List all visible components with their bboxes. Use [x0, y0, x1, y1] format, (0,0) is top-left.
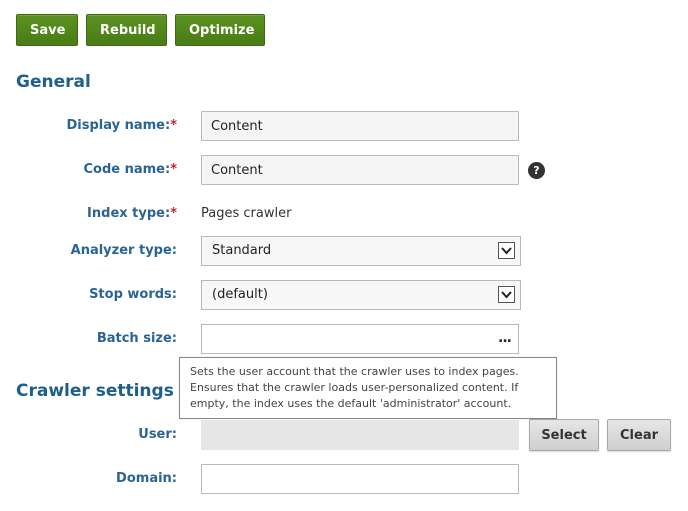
chevron-down-icon[interactable]	[498, 286, 515, 303]
save-button[interactable]: Save	[16, 14, 78, 46]
help-icon[interactable]: ?	[528, 162, 545, 179]
tooltip: Sets the user account that the crawler u…	[179, 357, 557, 419]
clear-user-button[interactable]: Clear	[607, 419, 671, 451]
analyzer-type-select[interactable]: Standard	[201, 236, 521, 266]
analyzer-type-value: Standard	[212, 243, 272, 258]
code-name-label-text: Code name:	[83, 162, 171, 177]
stop-words-label: Stop words:	[89, 287, 177, 302]
user-label: User:	[138, 427, 177, 442]
required-marker: *	[170, 162, 177, 177]
rebuild-button[interactable]: Rebuild	[86, 14, 167, 46]
chevron-down-icon[interactable]	[498, 242, 515, 259]
optimize-button[interactable]: Optimize	[175, 14, 265, 46]
code-name-input[interactable]	[201, 155, 519, 185]
analyzer-type-label: Analyzer type:	[70, 243, 177, 258]
display-name-label-text: Display name:	[66, 118, 171, 133]
required-marker: *	[170, 206, 177, 221]
section-title-crawler: Crawler settings	[16, 381, 174, 401]
stop-words-value: (default)	[212, 287, 268, 302]
section-title-general: General	[16, 72, 91, 92]
toolbar: Save Rebuild Optimize	[16, 14, 265, 46]
index-type-label: Index type:*	[87, 206, 177, 221]
display-name-input[interactable]	[201, 111, 519, 141]
display-name-label: Display name:*	[66, 118, 177, 133]
index-type-value: Pages crawler	[201, 206, 292, 221]
required-marker: *	[170, 118, 177, 133]
index-type-label-text: Index type:	[87, 206, 171, 221]
stop-words-select[interactable]: (default)	[201, 280, 521, 310]
user-input[interactable]	[201, 420, 519, 450]
ellipsis-icon[interactable]: ...	[498, 331, 512, 345]
select-user-button[interactable]: Select	[529, 419, 599, 451]
domain-label: Domain:	[116, 471, 177, 486]
domain-input[interactable]	[201, 464, 519, 494]
code-name-label: Code name:*	[83, 162, 177, 177]
batch-size-input[interactable]: ...	[201, 324, 519, 354]
batch-size-label: Batch size:	[96, 331, 177, 346]
